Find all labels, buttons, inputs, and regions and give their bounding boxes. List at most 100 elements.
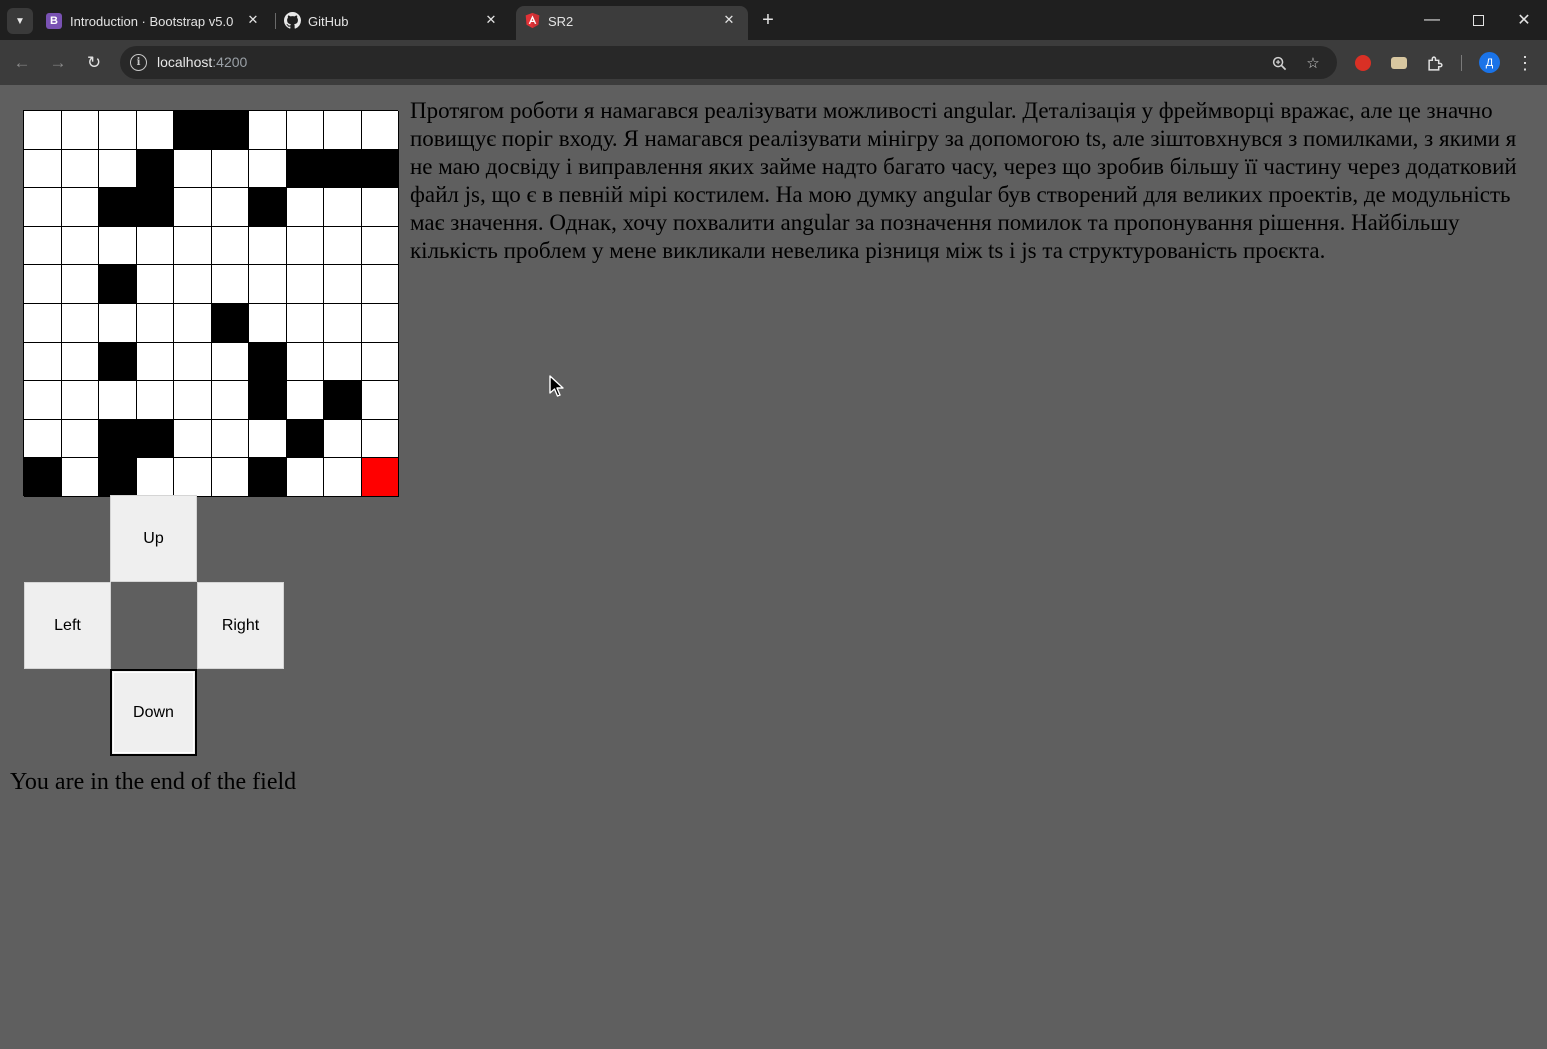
grid-cell <box>324 111 362 150</box>
grid-cell <box>61 149 99 189</box>
grid-cell <box>24 303 62 343</box>
minimize-icon: — <box>1424 11 1440 28</box>
grid-cell <box>324 188 362 227</box>
grid-cell <box>24 111 62 150</box>
angular-icon <box>525 12 540 29</box>
tab-title: GitHub <box>308 14 349 29</box>
grid-cell <box>361 111 399 150</box>
grid-cell <box>211 226 249 266</box>
grid-cell <box>99 149 137 189</box>
close-window-button[interactable]: ✕ <box>1510 6 1538 34</box>
tab-search-button[interactable]: ▼ <box>7 8 33 34</box>
grid-cell <box>136 458 174 497</box>
description-paragraph: Протягом роботи я намагався реалізувати … <box>410 98 1517 263</box>
grid-cell <box>61 419 99 459</box>
grid-cell <box>174 149 212 189</box>
mouse-cursor-icon <box>549 375 564 397</box>
wall-cell <box>136 419 174 459</box>
grid-cell <box>174 458 212 497</box>
grid-cell <box>324 342 362 382</box>
grid-cell <box>174 303 212 343</box>
wall-cell <box>361 149 399 189</box>
wall-cell <box>24 458 62 497</box>
grid-cell <box>286 458 324 497</box>
tab-title: SR2 <box>548 14 574 29</box>
grid-cell <box>324 226 362 266</box>
wall-cell <box>136 149 174 189</box>
grid-cell <box>99 111 137 150</box>
tab-github[interactable]: GitHub ✕ <box>282 6 510 40</box>
chevron-down-icon: ▼ <box>15 15 25 27</box>
up-button[interactable]: Up <box>110 495 197 582</box>
tab-bootstrap[interactable]: B Introduction · Bootstrap v5.0 ✕ <box>44 6 272 40</box>
grid-cell <box>361 419 399 459</box>
status-message: You are in the end of the field <box>10 769 297 795</box>
grid-cell <box>249 149 287 189</box>
url-port: :4200 <box>212 54 248 70</box>
wall-cell <box>249 188 287 227</box>
close-icon: ✕ <box>1517 12 1531 29</box>
extensions-puzzle-icon[interactable] <box>1424 52 1446 74</box>
arrow-left-icon: ← <box>13 53 31 72</box>
left-button[interactable]: Left <box>24 582 111 669</box>
reload-button[interactable]: ↻ <box>81 50 107 76</box>
forward-button[interactable]: → <box>45 50 71 76</box>
tab-sr2[interactable]: SR2 ✕ <box>516 6 748 40</box>
extension-icon[interactable] <box>1388 52 1410 74</box>
grid-cell <box>361 303 399 343</box>
back-button[interactable]: ← <box>9 50 35 76</box>
grid-cell <box>211 458 249 497</box>
bookmark-star-icon[interactable]: ☆ <box>1302 52 1324 74</box>
new-tab-button[interactable]: + <box>756 8 780 32</box>
grid-cell <box>249 111 287 150</box>
grid-cell <box>249 419 287 459</box>
grid-cell <box>211 419 249 459</box>
tab-divider <box>275 13 276 29</box>
down-button[interactable]: Down <box>110 669 197 756</box>
grid-cell <box>99 303 137 343</box>
grid-cell <box>136 342 174 382</box>
grid-cell <box>211 342 249 382</box>
grid-cell <box>286 111 324 150</box>
grid-cell <box>61 188 99 227</box>
grid-cell <box>136 265 174 304</box>
right-button[interactable]: Right <box>197 582 284 669</box>
wall-cell <box>324 381 362 420</box>
grid-cell <box>286 381 324 420</box>
grid-cell <box>61 111 99 150</box>
profile-avatar[interactable]: Д <box>1479 52 1500 73</box>
close-icon[interactable]: ✕ <box>720 11 738 29</box>
wall-cell <box>324 149 362 189</box>
minimize-button[interactable]: — <box>1418 6 1446 34</box>
grid-cell <box>174 265 212 304</box>
grid-cell <box>136 226 174 266</box>
wall-cell <box>99 188 137 227</box>
bootstrap-icon: B <box>46 13 62 29</box>
grid-cell <box>286 342 324 382</box>
address-bar[interactable]: i localhost:4200 ☆ <box>120 46 1337 79</box>
grid-cell <box>211 381 249 420</box>
tab-title: Introduction · Bootstrap v5.0 <box>70 14 234 29</box>
wall-cell <box>286 149 324 189</box>
tab-strip: ▼ B Introduction · Bootstrap v5.0 ✕ GitH… <box>0 0 1547 40</box>
grid-cell <box>99 381 137 420</box>
zoom-icon[interactable] <box>1268 52 1290 74</box>
url-text[interactable]: localhost:4200 <box>157 54 247 70</box>
url-host: localhost <box>157 54 213 70</box>
close-icon[interactable]: ✕ <box>482 11 500 29</box>
wall-cell <box>99 342 137 382</box>
github-icon <box>284 12 301 29</box>
grid-cell <box>24 149 62 189</box>
grid-cell <box>361 188 399 227</box>
more-menu-icon[interactable]: ⋮ <box>1515 52 1535 74</box>
grid-cell <box>211 149 249 189</box>
maximize-button[interactable] <box>1464 6 1492 34</box>
grid-cell <box>24 342 62 382</box>
grid-cell <box>61 458 99 497</box>
wall-cell <box>211 111 249 150</box>
close-icon[interactable]: ✕ <box>244 11 262 29</box>
grid-cell <box>361 265 399 304</box>
extension-adblock-icon[interactable] <box>1352 52 1374 74</box>
grid-cell <box>324 419 362 459</box>
info-icon[interactable]: i <box>130 54 147 71</box>
